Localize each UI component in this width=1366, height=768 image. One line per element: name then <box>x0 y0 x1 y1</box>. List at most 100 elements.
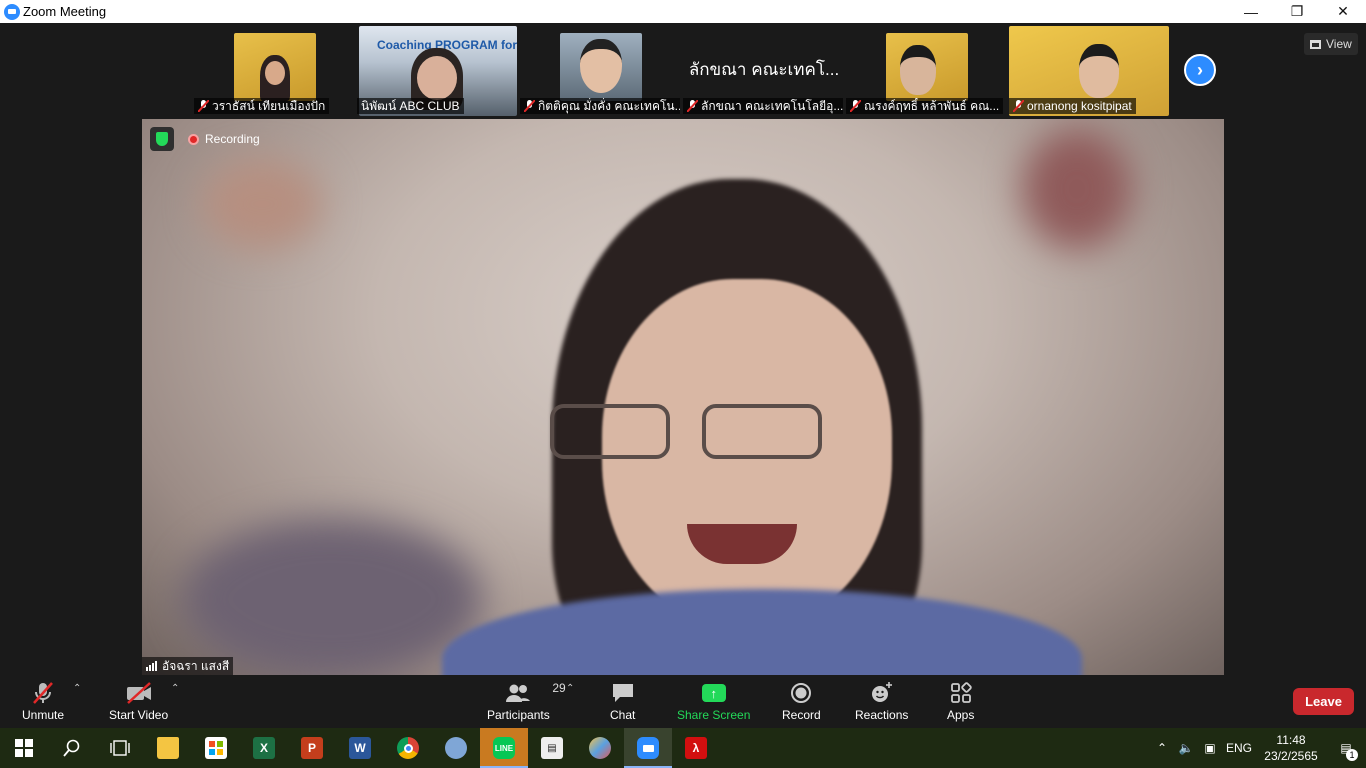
participant-name: วราธัสน์ เทียนเมืองปัก <box>194 98 330 114</box>
record-icon <box>791 683 812 703</box>
windows-start-icon[interactable] <box>0 728 48 768</box>
title-bar: Zoom Meeting — ❐ ✕ <box>0 0 1366 23</box>
chat-button[interactable]: Chat <box>610 679 635 722</box>
share-screen-icon: ↑ <box>701 684 726 702</box>
participant-name: ณรงค์ฤทธิ์ หล้าพันธ์ คณ... <box>846 98 1004 114</box>
excel-icon[interactable]: X <box>240 728 288 768</box>
minimize-button[interactable]: — <box>1228 0 1274 23</box>
participant-name-card: ลักขณา คณะเทคโ... <box>688 60 840 79</box>
grid-icon <box>1310 39 1321 49</box>
participant-tile[interactable]: ณรงค์ฤทธิ์ หล้าพันธ์ คณ... <box>846 26 1008 116</box>
clock-date: 23/2/2565 <box>1264 749 1318 763</box>
participant-video <box>560 33 642 101</box>
restore-button[interactable]: ❐ <box>1274 0 1320 23</box>
participant-video <box>886 33 968 101</box>
start-video-label: Start Video <box>109 708 169 722</box>
signal-bars-icon <box>146 661 157 671</box>
line-app-icon[interactable]: LINE <box>480 728 528 768</box>
network-icon[interactable]: ▣ <box>1198 741 1222 755</box>
meeting-area: วราธัสน์ เทียนเมืองปัก Coaching PROGRAM … <box>0 23 1366 675</box>
mic-muted-icon <box>524 100 535 112</box>
background-blur <box>1022 129 1132 249</box>
view-button-label: View <box>1326 37 1352 51</box>
participants-label: Participants <box>487 708 550 722</box>
mic-muted-icon <box>687 100 698 112</box>
participant-tile[interactable]: วราธัสน์ เทียนเมืองปัก <box>194 26 356 116</box>
window-title: Zoom Meeting <box>23 4 107 19</box>
participants-icon <box>506 684 531 702</box>
next-page-arrow-icon[interactable]: › <box>1184 54 1216 86</box>
zoom-app-icon <box>4 3 20 20</box>
system-clock[interactable]: 11:48 23/2/2565 <box>1256 732 1326 764</box>
recording-label: Recording <box>205 132 260 146</box>
powerpoint-icon[interactable]: P <box>288 728 336 768</box>
news-app-icon[interactable]: ▤ <box>528 728 576 768</box>
security-shield-icon[interactable] <box>150 127 174 151</box>
reactions-button[interactable]: Reactions <box>855 679 908 722</box>
share-screen-label: Share Screen <box>677 708 751 722</box>
glasses-lens <box>702 404 822 459</box>
chrome-icon[interactable] <box>384 728 432 768</box>
volume-icon[interactable]: 🔈 <box>1174 741 1198 755</box>
recording-dot-icon <box>188 133 199 145</box>
record-button[interactable]: Record <box>782 679 821 722</box>
close-button[interactable]: ✕ <box>1320 0 1366 23</box>
paint-icon[interactable] <box>576 728 624 768</box>
view-button[interactable]: View <box>1304 33 1358 55</box>
word-icon[interactable]: W <box>336 728 384 768</box>
participant-name: ornanong kositpipat <box>1009 98 1136 114</box>
unmute-button[interactable]: Unmute <box>22 679 64 722</box>
windows-taskbar: X P W LINE ▤ λ ⌃ 🔈 ▣ ENG 11:48 23/2/2565… <box>0 728 1366 768</box>
chat-label: Chat <box>610 708 636 722</box>
record-label: Record <box>782 708 821 722</box>
leave-button[interactable]: Leave <box>1293 688 1354 715</box>
mic-muted-icon <box>850 100 861 112</box>
recording-indicator[interactable]: Recording <box>182 129 268 149</box>
participants-count: 29 <box>552 681 566 695</box>
smiley-plus-icon <box>871 682 892 702</box>
unmute-label: Unmute <box>22 708 65 722</box>
speaker-name-label: อัจฉรา แสงสี <box>142 657 234 675</box>
notification-count: 1 <box>1346 749 1358 761</box>
start-video-button[interactable]: Start Video <box>109 679 168 722</box>
reactions-label: Reactions <box>855 708 909 722</box>
window-controls: — ❐ ✕ <box>1228 0 1366 23</box>
participant-tile[interactable]: กิตติคุณ มั่งคั่ง คณะเทคโน... <box>520 26 682 116</box>
participant-name: ลักขณา คณะเทคโนโลยีอุ... <box>683 98 843 114</box>
background-blur <box>202 159 322 249</box>
apps-button[interactable]: Apps <box>947 679 974 722</box>
apps-label: Apps <box>947 708 975 722</box>
thumbnail-strip: วราธัสน์ เทียนเมืองปัก Coaching PROGRAM … <box>194 26 1171 116</box>
show-hidden-icons-icon[interactable]: ⌃ <box>1150 741 1174 755</box>
file-explorer-icon[interactable] <box>144 728 192 768</box>
task-view-icon[interactable] <box>96 728 144 768</box>
mic-muted-icon <box>198 100 209 112</box>
glasses-lens <box>550 404 670 459</box>
system-tray: ⌃ 🔈 ▣ ENG 11:48 23/2/2565 ▤ 1 <box>1150 728 1366 768</box>
notifications-icon[interactable]: ▤ 1 <box>1326 741 1366 761</box>
speaker-shirt <box>442 589 1082 675</box>
clock-time: 11:48 <box>1276 733 1306 747</box>
video-options-caret-icon[interactable]: ⌃ <box>171 683 179 694</box>
participant-video <box>234 33 316 101</box>
mic-muted-icon <box>1013 100 1024 112</box>
acrobat-icon[interactable]: λ <box>672 728 720 768</box>
search-icon[interactable] <box>48 728 96 768</box>
audio-options-caret-icon[interactable]: ⌃ <box>73 683 81 694</box>
camera-off-icon <box>126 682 151 704</box>
input-language[interactable]: ENG <box>1222 741 1256 755</box>
participant-tile[interactable]: ornanong kositpipat <box>1009 26 1171 116</box>
participant-name: นิพัฒน์ ABC CLUB <box>357 98 464 114</box>
microsoft-store-icon[interactable] <box>192 728 240 768</box>
apps-icon <box>950 682 972 703</box>
participants-button[interactable]: 29 Participants <box>487 679 566 722</box>
participant-tile[interactable]: ลักขณา คณะเทคโ... ลักขณา คณะเทคโนโลยีอุ.… <box>683 26 845 116</box>
globe-app-icon[interactable] <box>432 728 480 768</box>
zoom-taskbar-icon[interactable] <box>624 728 672 768</box>
participant-name: กิตติคุณ มั่งคั่ง คณะเทคโน... <box>520 98 680 114</box>
meeting-toolbar: Unmute ⌃ Start Video ⌃ 29 Participants ⌃ <box>0 675 1366 728</box>
mic-muted-icon <box>33 682 53 704</box>
share-screen-button[interactable]: ↑ Share Screen <box>677 679 750 722</box>
participant-tile[interactable]: Coaching PROGRAM for leader นิพัฒน์ ABC … <box>357 26 519 116</box>
participants-caret-icon[interactable]: ⌃ <box>566 683 574 694</box>
